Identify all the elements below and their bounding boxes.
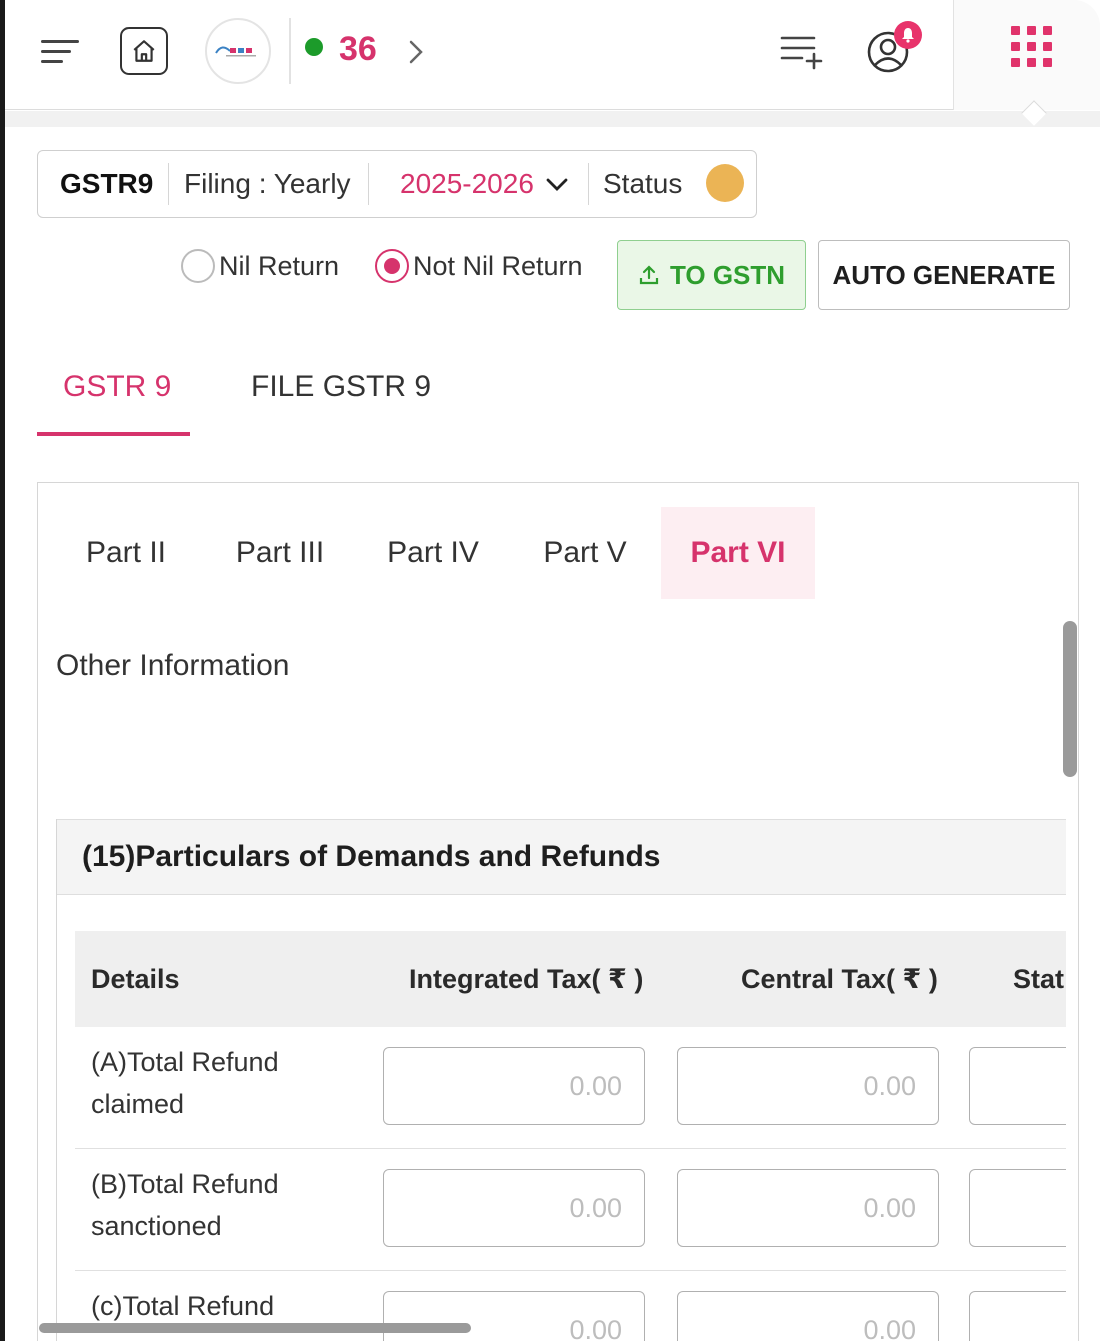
active-tab-indicator [37,432,190,436]
vertical-scrollbar[interactable] [1063,621,1077,777]
filing-type: Filing : Yearly [184,168,351,199]
content-panel: Part II Part III Part IV Part V Part VI … [37,482,1079,1341]
radio-circle-selected [375,249,409,283]
row-label: (B)Total Refund sanctioned [91,1169,279,1241]
home-icon [133,40,155,62]
table-header: Details Integrated Tax( ₹ ) Central Tax(… [75,931,1066,1027]
topbar-shadow [5,111,1100,127]
auto-generate-button[interactable]: AUTO GENERATE [818,240,1070,310]
tab-part-v[interactable]: Part V [523,507,647,599]
status-label: Status [603,168,683,199]
state-tax-input[interactable] [969,1291,1066,1341]
tab-part-iv[interactable]: Part IV [368,507,498,599]
radio-nil-return[interactable]: Nil Return [181,246,339,286]
table-row: (B)Total Refund sanctioned [75,1149,1066,1271]
topbar-divider [289,18,291,84]
chevron-down-icon [546,178,568,191]
year-select[interactable]: 2025-2026 [400,151,570,217]
menu-icon[interactable] [41,36,81,66]
column-header-details: Details [91,963,180,994]
divider [368,163,369,205]
state-tax-input[interactable] [969,1169,1066,1247]
company-logo-mark [215,46,256,57]
row-label: (c)Total Refund [91,1291,275,1321]
central-tax-input[interactable] [677,1291,939,1341]
chevron-right-icon[interactable] [405,38,427,66]
upload-icon [639,265,659,285]
tab-gstr9[interactable]: GSTR 9 [63,370,171,404]
radio-not-nil-return[interactable]: Not Nil Return [375,246,583,286]
apps-panel [953,0,1100,110]
demands-refunds-section: (15)Particulars of Demands and Refunds D… [56,819,1066,1341]
tab-part-vi[interactable]: Part VI [661,507,815,599]
form-name: GSTR9 [60,168,154,199]
tab-part-ii[interactable]: Part II [64,507,188,599]
tab-part-iii[interactable]: Part III [218,507,342,599]
section-heading: Other Information [56,649,290,682]
divider [588,163,589,205]
online-status-dot [305,38,323,56]
apps-grid-icon[interactable] [1011,26,1053,68]
column-header-integrated-tax: Integrated Tax( ₹ ) [409,963,644,994]
table-row: (A)Total Refund claimed [75,1027,1066,1149]
radio-circle [181,249,215,283]
to-gstn-label: TO GSTN [669,259,786,290]
integrated-tax-input[interactable] [383,1047,645,1125]
notification-count[interactable]: 36 [339,30,377,69]
home-button[interactable] [120,27,168,75]
section-title[interactable]: (15)Particulars of Demands and Refunds [57,819,1066,895]
central-tax-input[interactable] [677,1047,939,1125]
column-header-central-tax: Central Tax( ₹ ) [741,963,938,994]
radio-label: Not Nil Return [413,250,583,281]
horizontal-scrollbar[interactable] [39,1323,471,1333]
bell-icon [902,28,914,43]
year-value: 2025-2026 [400,168,534,199]
status-indicator [706,164,744,202]
app-window: 36 GSTR9 Filing: Yearly 2025-2026 Statu… [0,0,1100,1341]
company-logo[interactable] [205,18,271,84]
to-gstn-button[interactable]: TO GSTN [617,240,806,310]
row-label: (A)Total Refund claimed [91,1047,279,1119]
tab-file-gstr9[interactable]: FILE GSTR 9 [251,370,431,404]
integrated-tax-input[interactable] [383,1291,645,1341]
state-tax-input[interactable] [969,1047,1066,1125]
divider [168,163,169,205]
integrated-tax-input[interactable] [383,1169,645,1247]
central-tax-input[interactable] [677,1169,939,1247]
radio-label: Nil Return [219,250,340,281]
bell-badge[interactable] [894,21,922,49]
playlist-add-icon[interactable] [780,34,824,70]
top-bar: 36 [5,0,1100,110]
column-header-state-tax: Stat [1013,963,1065,994]
filing-header: GSTR9 Filing : Yearly 2025-2026 Status [37,150,757,218]
